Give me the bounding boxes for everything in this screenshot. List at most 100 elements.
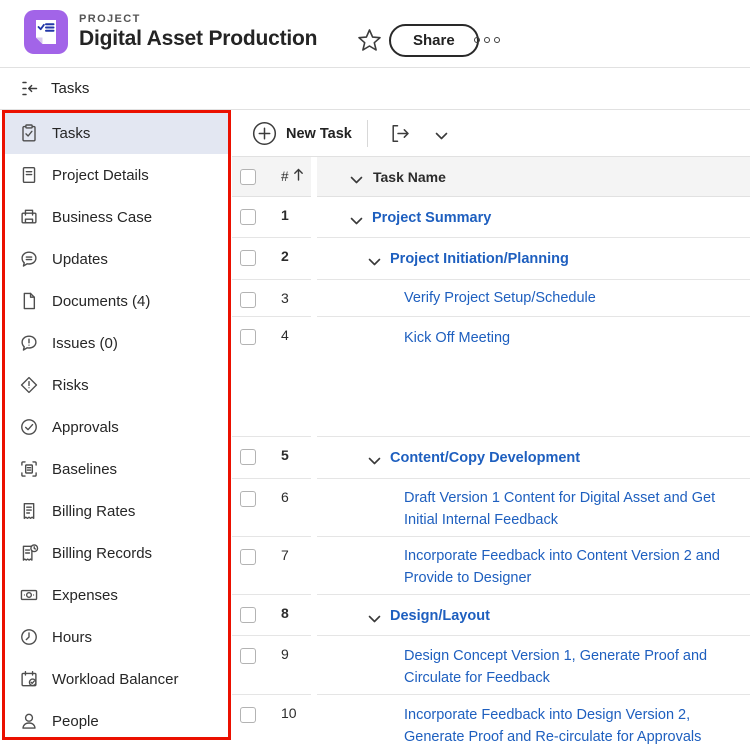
sidebar-item-label: Updates xyxy=(52,251,108,268)
task-name-link[interactable]: Content/Copy Development xyxy=(390,447,580,469)
sidebar-item-billing-records[interactable]: Billing Records xyxy=(5,532,229,574)
table-row: 8 Design/Layout xyxy=(232,595,750,636)
people-icon xyxy=(19,711,39,731)
workfront-project-page: PROJECT Digital Asset Production Share T… xyxy=(0,0,750,753)
more-options-icon[interactable] xyxy=(474,33,504,47)
sidebar-item-label: Workload Balancer xyxy=(52,671,178,688)
expenses-icon xyxy=(19,585,39,605)
project-details-icon xyxy=(19,165,39,185)
sidebar-item-project-details[interactable]: Project Details xyxy=(5,154,229,196)
sidebar-item-label: Billing Rates xyxy=(52,503,135,520)
sidebar-item-label: People xyxy=(52,713,99,730)
row-number: 6 xyxy=(281,489,289,505)
sort-ascending-icon xyxy=(293,168,304,184)
table-row: 4 Kick Off Meeting xyxy=(232,317,750,437)
sidebar-item-label: Tasks xyxy=(52,125,90,142)
row-checkbox[interactable] xyxy=(240,491,256,507)
task-name-link[interactable]: Kick Off Meeting xyxy=(404,327,510,349)
row-number: 3 xyxy=(281,290,289,306)
documents-icon xyxy=(19,291,39,311)
sidebar-item-label: Documents (4) xyxy=(52,293,150,310)
sidebar-item-label: Hours xyxy=(52,629,92,646)
sidebar-item-label: Expenses xyxy=(52,587,118,604)
tasks-panel: New Task # xyxy=(232,110,750,753)
table-row: 9 Design Concept Version 1, Generate Pro… xyxy=(232,636,750,695)
collapse-panel-icon[interactable] xyxy=(19,78,40,99)
column-header-number[interactable]: # xyxy=(281,168,304,184)
collapse-chevron-icon[interactable] xyxy=(368,611,381,620)
row-checkbox[interactable] xyxy=(240,250,256,266)
row-checkbox[interactable] xyxy=(240,209,256,225)
sidebar-item-updates[interactable]: Updates xyxy=(5,238,229,280)
row-number: 4 xyxy=(281,327,289,343)
new-task-button[interactable]: New Task xyxy=(252,119,352,148)
sidebar-item-people[interactable]: People xyxy=(5,700,229,742)
sidebar-item-tasks[interactable]: Tasks xyxy=(5,112,229,154)
row-number: 5 xyxy=(281,447,289,463)
row-number: 7 xyxy=(281,547,289,563)
collapse-chevron-icon[interactable] xyxy=(368,254,381,263)
sidebar-item-issues[interactable]: Issues (0) xyxy=(5,322,229,364)
select-all-checkbox[interactable] xyxy=(240,169,256,185)
hours-icon xyxy=(19,627,39,647)
table-header-name-cell: Task Name xyxy=(317,157,750,197)
project-header: PROJECT Digital Asset Production Share xyxy=(0,0,750,68)
project-type-label: PROJECT xyxy=(79,13,317,25)
sidebar-item-label: Billing Records xyxy=(52,545,152,562)
sidebar-item-baselines[interactable]: Baselines xyxy=(5,448,229,490)
sidebar-item-label: Risks xyxy=(52,377,89,394)
sidebar-item-label: Baselines xyxy=(52,461,117,478)
business-case-icon xyxy=(19,207,39,227)
task-name-link[interactable]: Verify Project Setup/Schedule xyxy=(404,287,596,309)
sidebar-item-expenses[interactable]: Expenses xyxy=(5,574,229,616)
table-row: 2 Project Initiation/Planning xyxy=(232,238,750,280)
favorite-star-icon[interactable] xyxy=(356,27,383,54)
row-checkbox[interactable] xyxy=(240,648,256,664)
task-name-link[interactable]: Design/Layout xyxy=(390,605,490,627)
row-checkbox[interactable] xyxy=(240,449,256,465)
task-name-link[interactable]: Draft Version 1 Content for Digital Asse… xyxy=(404,487,738,531)
export-icon[interactable] xyxy=(388,121,413,146)
row-checkbox[interactable] xyxy=(240,329,256,345)
sidebar-item-label: Project Details xyxy=(52,167,149,184)
sidebar-item-billing-rates[interactable]: Billing Rates xyxy=(5,490,229,532)
row-checkbox[interactable] xyxy=(240,607,256,623)
sidebar-item-approvals[interactable]: Approvals xyxy=(5,406,229,448)
sidebar-item-label: Issues (0) xyxy=(52,335,118,352)
table-row: 6 Draft Version 1 Content for Digital As… xyxy=(232,479,750,537)
export-menu-chevron-icon[interactable] xyxy=(435,128,448,137)
task-name-link[interactable]: Project Initiation/Planning xyxy=(390,248,569,270)
task-name-link[interactable]: Incorporate Feedback into Design Version… xyxy=(404,704,738,748)
billing-rates-icon xyxy=(19,501,39,521)
sidebar-item-workload-balancer[interactable]: Workload Balancer xyxy=(5,658,229,700)
collapse-all-chevron-icon[interactable] xyxy=(350,172,363,181)
issues-icon xyxy=(19,333,39,353)
approvals-icon xyxy=(19,417,39,437)
row-number: 1 xyxy=(281,207,289,223)
row-checkbox[interactable] xyxy=(240,707,256,723)
task-name-link[interactable]: Design Concept Version 1, Generate Proof… xyxy=(404,645,738,689)
plus-circle-icon xyxy=(252,121,277,146)
table-row: 7 Incorporate Feedback into Content Vers… xyxy=(232,537,750,595)
risks-icon xyxy=(19,375,39,395)
task-name-link[interactable]: Incorporate Feedback into Content Versio… xyxy=(404,545,738,589)
sidebar-item-hours[interactable]: Hours xyxy=(5,616,229,658)
table-row: 3 Verify Project Setup/Schedule xyxy=(232,280,750,317)
collapse-chevron-icon[interactable] xyxy=(368,453,381,462)
sidebar-item-business-case[interactable]: Business Case xyxy=(5,196,229,238)
share-button-label: Share xyxy=(413,32,455,49)
row-number: 8 xyxy=(281,605,289,621)
row-checkbox[interactable] xyxy=(240,292,256,308)
left-navigation: Tasks Project Details Business Case Upda… xyxy=(5,112,229,742)
column-header-task-name[interactable]: Task Name xyxy=(373,169,446,185)
share-button[interactable]: Share xyxy=(389,24,479,57)
row-checkbox[interactable] xyxy=(240,549,256,565)
task-name-link[interactable]: Project Summary xyxy=(372,207,491,229)
section-title: Tasks xyxy=(51,80,89,97)
table-row: 5 Content/Copy Development xyxy=(232,437,750,479)
sidebar-item-risks[interactable]: Risks xyxy=(5,364,229,406)
collapse-chevron-icon[interactable] xyxy=(350,213,363,222)
tasks-toolbar: New Task xyxy=(232,110,750,157)
updates-icon xyxy=(19,249,39,269)
sidebar-item-documents[interactable]: Documents (4) xyxy=(5,280,229,322)
